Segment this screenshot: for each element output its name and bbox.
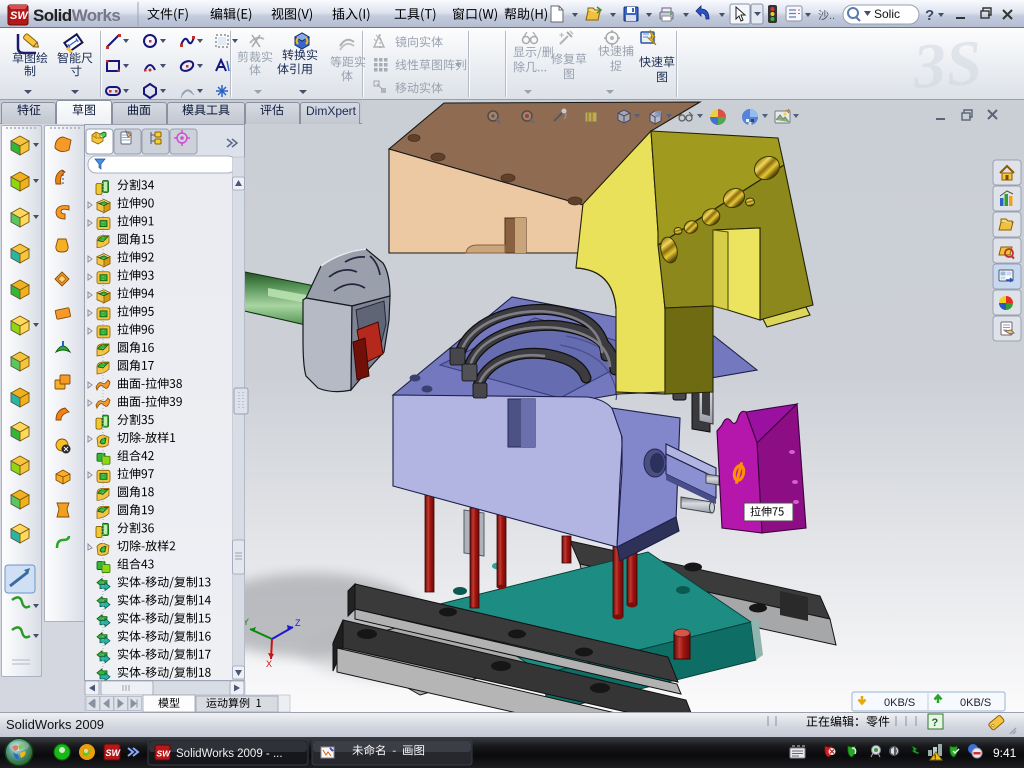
svg-text:X: X (266, 659, 272, 669)
svg-text:Z: Z (295, 618, 301, 628)
